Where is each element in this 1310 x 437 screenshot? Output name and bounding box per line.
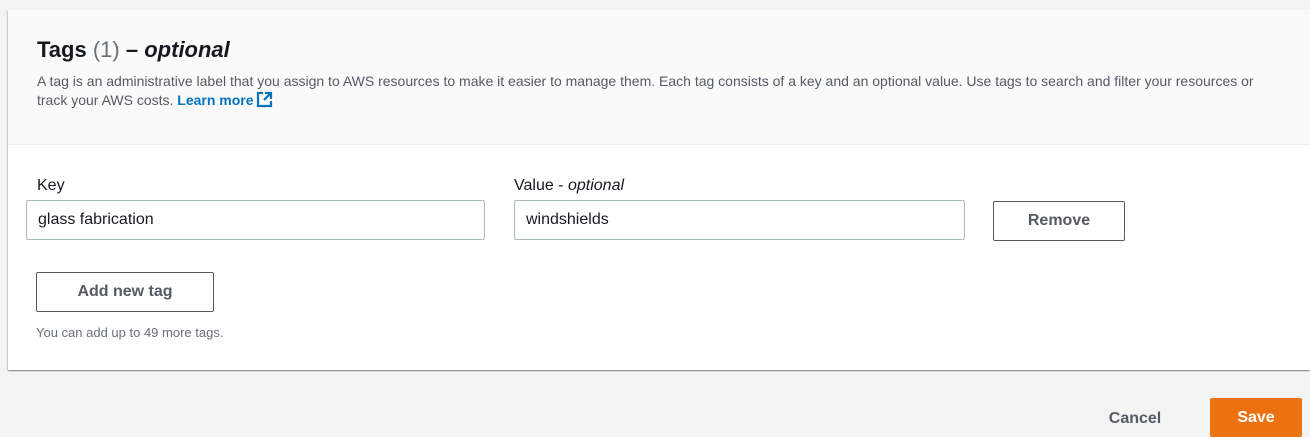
tag-limit-hint: You can add up to 49 more tags.: [36, 325, 224, 340]
panel-description: A tag is an administrative label that yo…: [37, 72, 1282, 113]
remove-button[interactable]: Remove: [993, 201, 1125, 241]
tag-count: (1): [92, 37, 120, 62]
title-dash: –: [125, 37, 139, 62]
key-label: Key: [37, 177, 65, 194]
panel-title: Tags (1) – optional: [37, 36, 1282, 64]
save-button[interactable]: Save: [1210, 398, 1302, 437]
tags-editor: Key Value - optional glass fabrication w…: [8, 145, 1310, 369]
tags-panel-header: Tags (1) – optional A tag is an administ…: [8, 10, 1310, 145]
value-label-optional: optional: [567, 177, 625, 194]
title-text: Tags: [37, 37, 87, 62]
cancel-button[interactable]: Cancel: [1092, 402, 1178, 436]
tags-panel: Tags (1) – optional A tag is an administ…: [8, 10, 1310, 370]
value-label: Value - optional: [514, 177, 625, 194]
key-input[interactable]: glass fabrication: [26, 200, 485, 240]
external-link-icon: [256, 91, 273, 113]
add-new-tag-button[interactable]: Add new tag: [36, 272, 214, 312]
learn-more-link[interactable]: Learn more: [177, 91, 272, 108]
value-input[interactable]: windshields: [514, 200, 965, 240]
title-optional: optional: [144, 37, 230, 62]
